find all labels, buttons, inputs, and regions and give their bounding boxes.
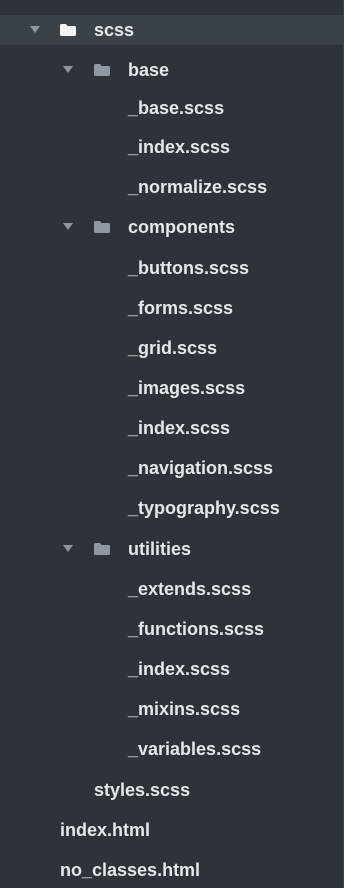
tree-file-label: no_classes.html bbox=[60, 860, 201, 880]
tree-folder-label: base bbox=[128, 60, 170, 80]
tree-folder-label: scss bbox=[94, 20, 135, 40]
tree-file[interactable]: _index.scss bbox=[0, 413, 343, 443]
tree-file[interactable]: _index.scss bbox=[0, 654, 343, 684]
tree-file[interactable]: _functions.scss bbox=[0, 614, 343, 644]
tree-file[interactable]: _base.scss bbox=[0, 93, 343, 123]
tree-folder-label: utilities bbox=[128, 539, 192, 559]
tree-file[interactable]: _mixins.scss bbox=[0, 694, 343, 724]
tree-file-label: _normalize.scss bbox=[128, 177, 268, 197]
tree-file-label: _navigation.scss bbox=[128, 458, 274, 478]
tree-file[interactable]: _index.scss bbox=[0, 132, 343, 162]
folder-icon bbox=[94, 64, 110, 76]
tree-file[interactable]: styles.scss bbox=[0, 775, 343, 805]
tree-file[interactable]: _forms.scss bbox=[0, 293, 343, 323]
tree-file-label: _index.scss bbox=[128, 659, 231, 679]
tree-file-label: _extends.scss bbox=[128, 579, 252, 599]
tree-file-label: _images.scss bbox=[128, 378, 246, 398]
tree-file[interactable]: _images.scss bbox=[0, 373, 343, 403]
tree-file-label: styles.scss bbox=[94, 780, 191, 800]
chevron-down-icon[interactable] bbox=[30, 26, 40, 33]
tree-file-label: _variables.scss bbox=[128, 739, 262, 759]
tree-file[interactable]: index.html bbox=[0, 815, 343, 845]
tree-file-label: _typography.scss bbox=[128, 498, 280, 518]
tree-file-label: _forms.scss bbox=[128, 298, 234, 318]
tree-folder-components[interactable]: components bbox=[0, 212, 343, 242]
tree-file-label: index.html bbox=[60, 820, 151, 840]
tree-file[interactable]: _grid.scss bbox=[0, 333, 343, 363]
tree-folder-base[interactable]: base bbox=[0, 55, 343, 85]
folder-icon bbox=[94, 221, 110, 233]
tree-file-label: _functions.scss bbox=[128, 619, 265, 639]
tree-file-label: _grid.scss bbox=[128, 338, 218, 358]
folder-icon bbox=[94, 543, 110, 555]
tree-file[interactable]: _normalize.scss bbox=[0, 172, 343, 202]
folder-icon bbox=[60, 24, 76, 36]
tree-file[interactable]: _typography.scss bbox=[0, 493, 343, 523]
tree-file-label: _base.scss bbox=[128, 98, 225, 118]
tree-folder-scss[interactable]: scss bbox=[0, 15, 343, 45]
tree-file[interactable]: _variables.scss bbox=[0, 734, 343, 764]
tree-folder-label: components bbox=[128, 217, 236, 237]
chevron-down-icon[interactable] bbox=[63, 66, 73, 73]
tree-file[interactable]: _buttons.scss bbox=[0, 253, 343, 283]
tree-file-label: _index.scss bbox=[128, 418, 231, 438]
file-tree-panel: scss base _base.scss _index.scss _normal… bbox=[0, 0, 344, 888]
chevron-down-icon[interactable] bbox=[63, 545, 73, 552]
tree-folder-utilities[interactable]: utilities bbox=[0, 534, 343, 564]
tree-file-label: _buttons.scss bbox=[128, 258, 250, 278]
tree-file[interactable]: _navigation.scss bbox=[0, 453, 343, 483]
chevron-down-icon[interactable] bbox=[63, 223, 73, 230]
tree-file-label: _mixins.scss bbox=[128, 699, 241, 719]
tree-file[interactable]: no_classes.html bbox=[0, 855, 343, 885]
tree-file-label: _index.scss bbox=[128, 137, 231, 157]
tree-file[interactable]: _extends.scss bbox=[0, 574, 343, 604]
